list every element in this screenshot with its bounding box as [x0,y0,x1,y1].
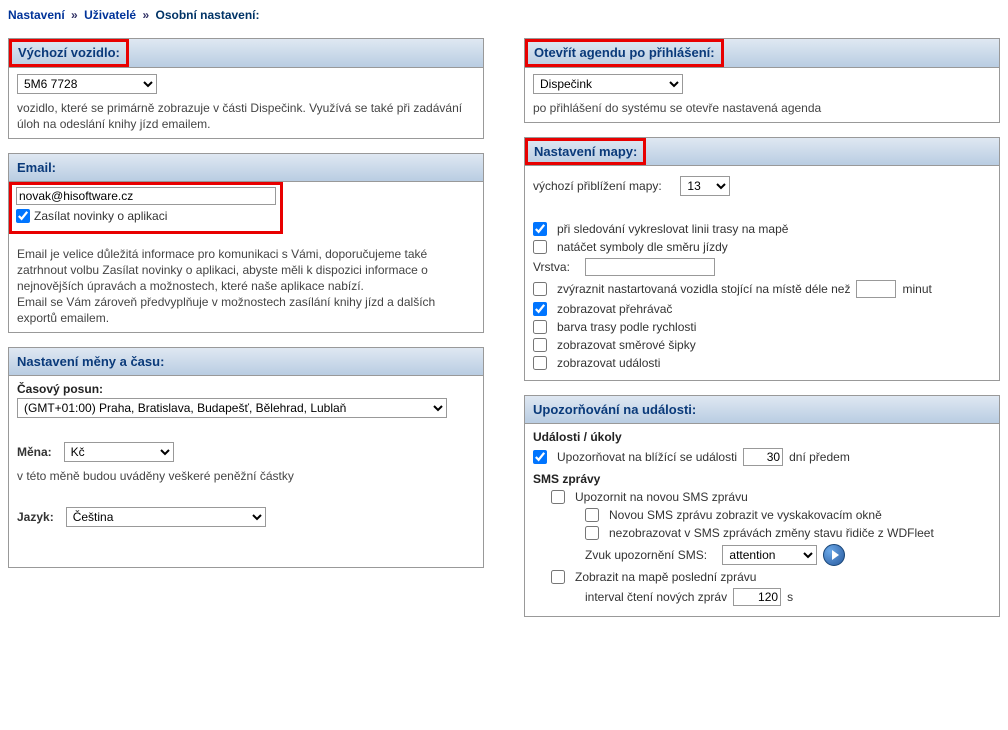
breadcrumb: Nastavení » Uživatelé » Osobní nastavení… [8,8,1000,22]
currency-select[interactable]: Kč [64,442,174,462]
sms-sound-play-button[interactable] [823,544,845,566]
map-rotate-checkbox[interactable] [533,240,547,254]
breadcrumb-sep: » [142,8,149,22]
panel-open-agenda: Otevřít agendu po přihlášení: Dispečink … [524,38,1000,123]
notify-events-head: Události / úkoly [533,430,991,444]
timezone-select[interactable]: (GMT+01:00) Praha, Bratislava, Budapešť,… [17,398,447,418]
notify-upcoming-label: Upozorňovat na blížící se události [557,450,737,464]
map-zoom-label: výchozí přiblížení mapy: [533,179,662,193]
notify-sms-head: SMS zprávy [533,472,991,486]
map-events-checkbox[interactable] [533,356,547,370]
email-newsletter-checkbox[interactable] [16,209,30,223]
breadcrumb-current: Osobní nastavení: [155,8,259,22]
panel-header-map: Nastavení mapy: [525,138,646,166]
play-icon [832,550,839,560]
map-color-speed-checkbox[interactable] [533,320,547,334]
interval-unit: s [787,590,793,604]
breadcrumb-link-settings[interactable]: Nastavení [8,8,65,22]
map-color-speed-label: barva trasy podle rychlosti [557,320,696,334]
breadcrumb-sep: » [71,8,78,22]
panel-event-notify: Upozorňování na události: Události / úko… [524,395,1000,617]
interval-input[interactable] [733,588,781,606]
language-select[interactable]: Čeština [66,507,266,527]
map-highlight-label-pre: zvýraznit nastartovaná vozidla stojící n… [557,282,850,296]
map-rotate-label: natáčet symboly dle směru jízdy [557,240,728,254]
notify-upcoming-post: dní předem [789,450,850,464]
notify-days-input[interactable] [743,448,783,466]
sms-hide-state-checkbox[interactable] [585,526,599,540]
sms-popup-checkbox[interactable] [585,508,599,522]
panel-map-settings: Nastavení mapy: výchozí přiblížení mapy:… [524,137,1000,382]
email-input[interactable] [16,187,276,205]
language-label: Jazyk: [17,510,54,524]
agenda-select[interactable]: Dispečink [533,74,683,94]
map-layer-label: Vrstva: [533,260,570,274]
sms-sound-select[interactable]: attention [722,545,817,565]
map-arrows-label: zobrazovat směrové šipky [557,338,696,352]
map-player-checkbox[interactable] [533,302,547,316]
sms-hide-state-label: nezobrazovat v SMS zprávách změny stavu … [609,526,934,540]
panel-header-default-vehicle: Výchozí vozidlo: [9,39,129,67]
email-desc: Email je velice důležitá informace pro k… [17,246,475,327]
panel-email: Email: Zasílat novinky o aplikaci Email … [8,153,484,334]
default-vehicle-select[interactable]: 5M6 7728 [17,74,157,94]
currency-label: Měna: [17,445,52,459]
timezone-label: Časový posun: [17,382,475,396]
sms-new-checkbox[interactable] [551,490,565,504]
show-last-msg-label: Zobrazit na mapě poslední zprávu [575,570,756,584]
breadcrumb-link-users[interactable]: Uživatelé [84,8,136,22]
notify-upcoming-checkbox[interactable] [533,450,547,464]
panel-header-agenda: Otevřít agendu po přihlášení: [525,39,724,67]
default-vehicle-desc: vozidlo, které se primárně zobrazuje v č… [17,100,475,132]
currency-desc: v této měně budou uváděny veškeré peněžn… [17,468,475,484]
sms-sound-label: Zvuk upozornění SMS: [585,548,707,562]
sms-popup-label: Novou SMS zprávu zobrazit ve vyskakovací… [609,508,882,522]
panel-header-currency: Nastavení měny a času: [9,348,483,376]
interval-label: interval čtení nových zpráv [585,590,727,604]
map-arrows-checkbox[interactable] [533,338,547,352]
panel-currency-time: Nastavení měny a času: Časový posun: (GM… [8,347,484,567]
panel-default-vehicle: Výchozí vozidlo: 5M6 7728 vozidlo, které… [8,38,484,139]
map-track-line-checkbox[interactable] [533,222,547,236]
map-highlight-checkbox[interactable] [533,282,547,296]
map-highlight-minutes-input[interactable] [856,280,896,298]
panel-header-email: Email: [9,154,483,182]
sms-new-label: Upozornit na novou SMS zprávu [575,490,748,504]
map-track-line-label: při sledování vykreslovat linii trasy na… [557,222,788,236]
agenda-desc: po přihlášení do systému se otevře nasta… [533,100,991,116]
map-player-label: zobrazovat přehrávač [557,302,672,316]
map-events-label: zobrazovat události [557,356,660,370]
map-layer-input[interactable] [585,258,715,276]
email-newsletter-label: Zasílat novinky o aplikaci [34,209,167,223]
map-highlight-label-post: minut [902,282,931,296]
panel-header-notify: Upozorňování na události: [525,396,999,424]
show-last-msg-checkbox[interactable] [551,570,565,584]
map-zoom-select[interactable]: 13 [680,176,730,196]
